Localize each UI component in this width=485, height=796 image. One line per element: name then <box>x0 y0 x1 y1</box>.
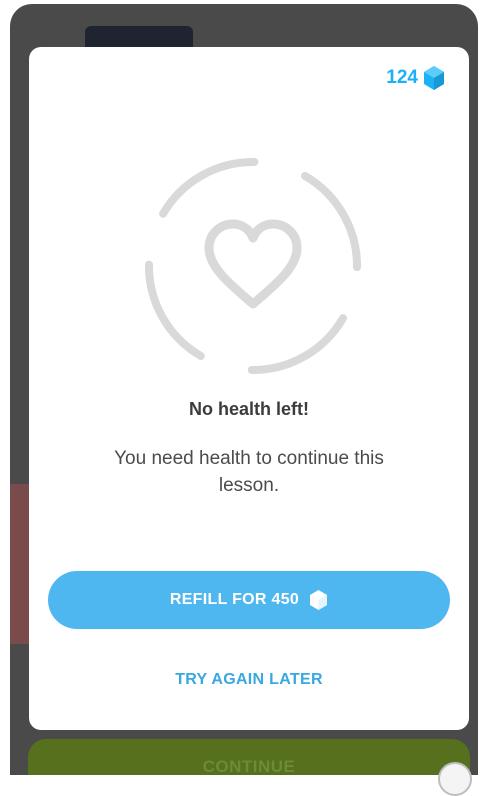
continue-button-label: CONTINUE <box>202 757 296 775</box>
refill-button-label: REFILL FOR 450 <box>169 591 300 608</box>
heart-illustration <box>145 158 361 374</box>
gem-icon <box>424 66 444 90</box>
heart-ring-dashes <box>145 158 361 374</box>
try-again-later-button[interactable]: TRY AGAIN LATER <box>29 671 469 689</box>
continue-button[interactable]: CONTINUE <box>28 739 470 775</box>
dialog-title: No health left! <box>189 399 309 419</box>
refill-button[interactable]: REFILL FOR 450 <box>48 571 450 629</box>
gem-count: 124 <box>386 67 418 88</box>
gem-icon <box>310 590 328 610</box>
no-health-dialog: 124 No health left! You need health to c… <box>29 47 469 730</box>
overlay-circle-icon <box>438 762 472 796</box>
gem-balance: 124 <box>386 65 445 91</box>
dialog-message: You need health to continue this lesson. <box>114 448 384 496</box>
heart-icon <box>204 219 302 309</box>
